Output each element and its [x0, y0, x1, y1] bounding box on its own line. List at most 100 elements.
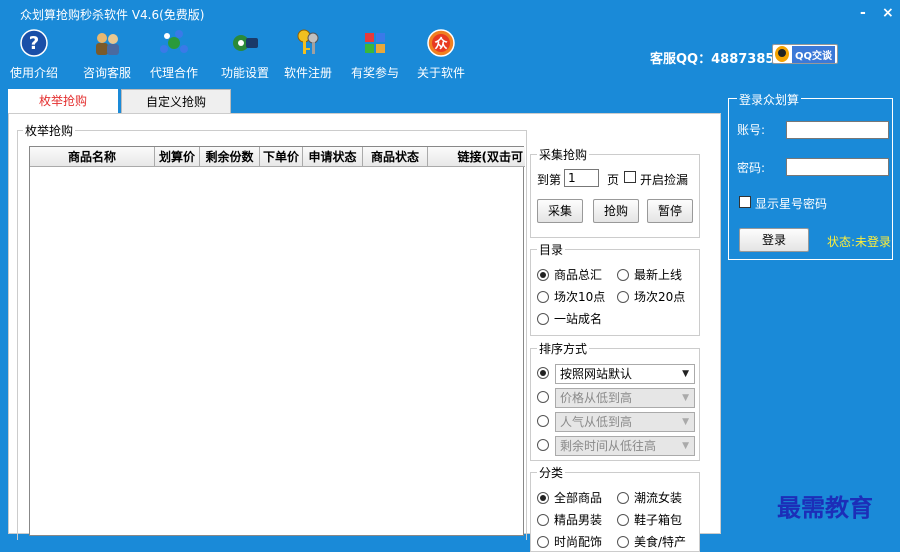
col-order-price[interactable]: 下单价 [260, 147, 303, 167]
toolbar-reward[interactable]: 有奖参与 [345, 28, 405, 86]
toolbar-register[interactable]: 软件注册 [278, 28, 338, 86]
sort-popularity-select: 人气从低到高 ▼ [555, 412, 695, 432]
show-password-label: 显示星号密码 [755, 197, 828, 211]
sort-default-select[interactable]: 按照网站默认 ▼ [555, 364, 695, 384]
password-label: 密码: [737, 161, 766, 175]
toolbar-settings-label: 功能设置 [220, 66, 269, 80]
sort-price-value: 价格从低到高 [560, 391, 633, 405]
pause-button[interactable]: 暂停 [647, 199, 693, 223]
catalog-all-radio[interactable]: 商品总汇 [537, 266, 602, 283]
category-all-label: 全部商品 [554, 491, 603, 505]
product-grid[interactable]: 商品名称 划算价 剩余份数 下单价 申请状态 商品状态 链接(双击可 [29, 146, 525, 536]
qq-chat-label: QQ交谈 [792, 45, 836, 63]
category-men-radio[interactable]: 精品男装 [537, 511, 602, 528]
radio-dot [537, 491, 549, 504]
toolbar-settings[interactable]: 功能设置 [215, 28, 275, 86]
close-button[interactable]: × [882, 5, 894, 21]
account-label: 账号: [737, 123, 766, 137]
radio-dot [537, 391, 549, 403]
enum-panel: 枚举抢购 商品名称 划算价 剩余份数 下单价 申请状态 商品状态 链接(双击可 … [8, 113, 721, 552]
col-apply-status[interactable]: 申请状态 [303, 147, 363, 167]
minimize-button[interactable]: - [860, 5, 866, 21]
sort-time-select: 剩余时间从低往高 ▼ [555, 436, 695, 456]
sort-default-radio[interactable] [537, 367, 554, 379]
catalog-20-radio[interactable]: 场次20点 [617, 288, 685, 305]
about-icon: 众 [426, 28, 456, 58]
gift-icon [360, 28, 390, 58]
catalog-new-radio[interactable]: 最新上线 [617, 266, 682, 283]
catalog-20-label: 场次20点 [634, 290, 686, 304]
catalog-10-radio[interactable]: 场次10点 [537, 288, 605, 305]
enum-group-legend: 枚举抢购 [23, 122, 76, 139]
tab-enum-buy[interactable]: 枚举抢购 [8, 89, 118, 113]
svg-text:?: ? [29, 33, 39, 54]
radio-dot [537, 367, 549, 379]
catalog-new-label: 最新上线 [634, 268, 683, 282]
col-link[interactable]: 链接(双击可 [428, 147, 525, 167]
collect-legend: 采集抢购 [537, 146, 590, 163]
category-shoes-label: 鞋子箱包 [634, 513, 683, 527]
category-all-radio[interactable]: 全部商品 [537, 489, 602, 506]
sort-group: 排序方式 按照网站默认 ▼ 价格从低到高 ▼ 人气从低到高 ▼ 剩余时间从低往高 ▼ [530, 340, 700, 461]
radio-dot [537, 268, 549, 281]
password-input[interactable] [786, 158, 889, 176]
keys-icon [293, 28, 323, 58]
catalog-10-label: 场次10点 [554, 290, 606, 304]
toolbar-help-label: 使用介绍 [9, 66, 58, 80]
radio-dot [537, 312, 549, 325]
toolbar-help[interactable]: ? 使用介绍 [4, 28, 64, 86]
radio-dot [617, 513, 629, 526]
col-product-status[interactable]: 商品状态 [363, 147, 428, 167]
toolbar-support[interactable]: 咨询客服 [77, 28, 137, 86]
category-legend: 分类 [537, 464, 566, 481]
tab-custom-buy[interactable]: 自定义抢购 [121, 89, 231, 113]
toolbar-about[interactable]: 众 关于软件 [411, 28, 471, 86]
collect-button[interactable]: 采集 [537, 199, 583, 223]
buy-button[interactable]: 抢购 [593, 199, 639, 223]
sort-popularity-radio[interactable] [537, 415, 554, 427]
radio-dot [617, 491, 629, 504]
dropdown-arrow-icon: ▼ [682, 393, 689, 403]
catalog-all-label: 商品总汇 [554, 268, 603, 282]
category-accessories-radio[interactable]: 时尚配饰 [537, 533, 602, 550]
toolbar-agent-label: 代理合作 [149, 66, 198, 80]
category-men-label: 精品男装 [554, 513, 603, 527]
login-button[interactable]: 登录 [739, 228, 809, 252]
sort-time-value: 剩余时间从低往高 [560, 439, 657, 453]
title-bar: 众划算抢购秒杀软件 V4.6(免费版) - × [0, 0, 900, 28]
category-shoes-radio[interactable]: 鞋子箱包 [617, 511, 682, 528]
col-remaining[interactable]: 剩余份数 [200, 147, 260, 167]
svg-text:众: 众 [434, 36, 447, 52]
sort-popularity-value: 人气从低到高 [560, 415, 633, 429]
show-password-checkbox[interactable] [739, 196, 751, 208]
radio-dot [617, 290, 629, 303]
sort-price-radio[interactable] [537, 391, 554, 403]
collect-group: 采集抢购 到第 1 页 开启捡漏 采集 抢购 暂停 [530, 146, 700, 238]
settings-icon [230, 28, 260, 58]
page-input[interactable]: 1 [564, 169, 599, 187]
sort-price-select: 价格从低到高 ▼ [555, 388, 695, 408]
catalog-famous-label: 一站成名 [554, 312, 603, 326]
toolbar-agent[interactable]: 代理合作 [144, 28, 204, 86]
col-deal-price[interactable]: 划算价 [155, 147, 200, 167]
watermark: 最需教育 [777, 493, 873, 522]
account-input[interactable] [786, 121, 889, 139]
catalog-famous-radio[interactable]: 一站成名 [537, 310, 602, 327]
toolbar-about-label: 关于软件 [416, 66, 465, 80]
network-icon [159, 28, 189, 58]
qq-chat-button[interactable]: QQ交谈 [772, 44, 838, 64]
login-legend: 登录众划算 [737, 91, 802, 108]
dropdown-arrow-icon: ▼ [682, 369, 689, 379]
sort-time-radio[interactable] [537, 439, 554, 451]
grid-header: 商品名称 划算价 剩余份数 下单价 申请状态 商品状态 链接(双击可 [30, 147, 525, 167]
category-food-radio[interactable]: 美食/特产 [617, 533, 686, 550]
radio-dot [617, 535, 629, 548]
tab-bar: 枚举抢购 自定义抢购 [8, 89, 721, 113]
page-prefix: 到第 [537, 173, 562, 187]
category-food-label: 美食/特产 [634, 535, 687, 549]
col-product-name[interactable]: 商品名称 [30, 147, 155, 167]
category-women-radio[interactable]: 潮流女装 [617, 489, 682, 506]
main-area: 枚举抢购 自定义抢购 枚举抢购 商品名称 划算价 剩余份数 下单价 申请状态 商… [8, 89, 721, 552]
enable-pickup-checkbox[interactable] [624, 171, 636, 183]
login-panel: 登录众划算 账号: 密码: 显示星号密码 登录 状态:未登录 [728, 91, 893, 260]
